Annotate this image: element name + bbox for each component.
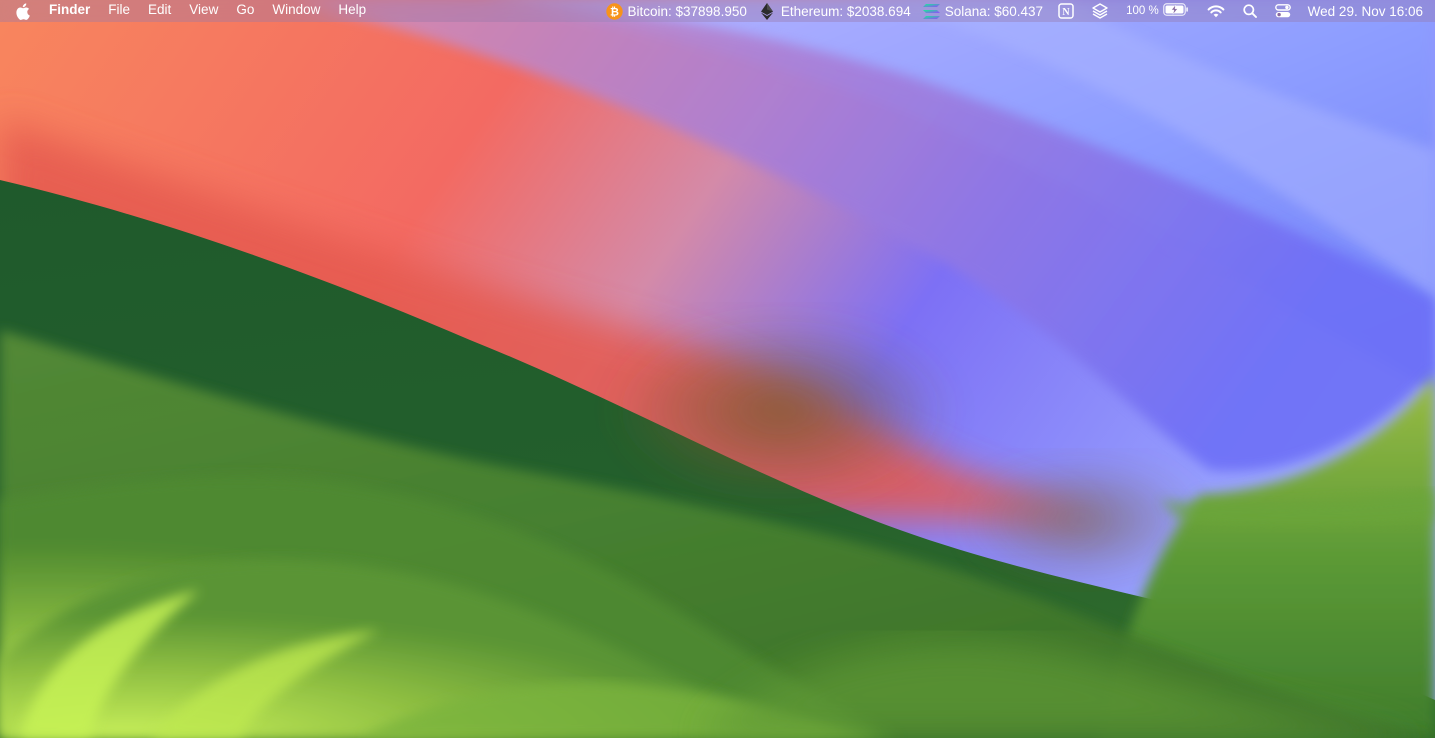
wallpaper-shadow bbox=[610, 320, 950, 500]
ticker-solana-label: Solana: $60.437 bbox=[944, 3, 1044, 19]
menu-file[interactable]: File bbox=[99, 0, 139, 22]
spotlight-search-icon[interactable] bbox=[1243, 0, 1257, 22]
control-center-icon[interactable] bbox=[1274, 0, 1291, 22]
bitcoin-icon: ₿ bbox=[605, 2, 623, 20]
ticker-solana[interactable]: Solana: $60.437 bbox=[922, 3, 1044, 20]
layers-icon[interactable] bbox=[1092, 0, 1108, 22]
wifi-icon[interactable] bbox=[1207, 0, 1225, 22]
notion-icon[interactable]: N bbox=[1058, 0, 1074, 22]
ticker-ethereum[interactable]: Ethereum: $2038.694 bbox=[759, 2, 911, 20]
ticker-ethereum-label: Ethereum: $2038.694 bbox=[780, 3, 911, 19]
desktop[interactable]: Finder File Edit View Go Window Help ₿ B… bbox=[0, 0, 1435, 738]
menu-edit[interactable]: Edit bbox=[139, 0, 180, 22]
menu-window[interactable]: Window bbox=[263, 0, 329, 22]
svg-text:N: N bbox=[1062, 7, 1070, 18]
battery-charging-icon bbox=[1162, 3, 1189, 19]
ethereum-icon bbox=[759, 2, 776, 20]
wallpaper bbox=[0, 0, 1435, 738]
menu-bar-clock[interactable]: Wed 29. Nov 16:06 bbox=[1308, 4, 1423, 19]
solana-icon bbox=[922, 3, 940, 20]
battery-status[interactable]: 100 % bbox=[1126, 3, 1189, 19]
menu-help[interactable]: Help bbox=[329, 0, 375, 22]
menu-bar-right: ₿ Bitcoin: $37898.950 Ethereum: $2038.69… bbox=[600, 0, 1423, 22]
menu-go[interactable]: Go bbox=[227, 0, 263, 22]
apple-logo-icon[interactable] bbox=[14, 2, 30, 20]
menu-view[interactable]: View bbox=[180, 0, 227, 22]
ticker-bitcoin-label: Bitcoin: $37898.950 bbox=[627, 3, 747, 19]
menu-bar: Finder File Edit View Go Window Help ₿ B… bbox=[0, 0, 1435, 22]
app-menu-finder[interactable]: Finder bbox=[40, 0, 99, 22]
menu-bar-left: Finder File Edit View Go Window Help bbox=[14, 0, 375, 22]
svg-text:₿: ₿ bbox=[610, 6, 619, 18]
battery-percent: 100 % bbox=[1126, 5, 1159, 17]
ticker-bitcoin[interactable]: ₿ Bitcoin: $37898.950 bbox=[605, 2, 747, 20]
